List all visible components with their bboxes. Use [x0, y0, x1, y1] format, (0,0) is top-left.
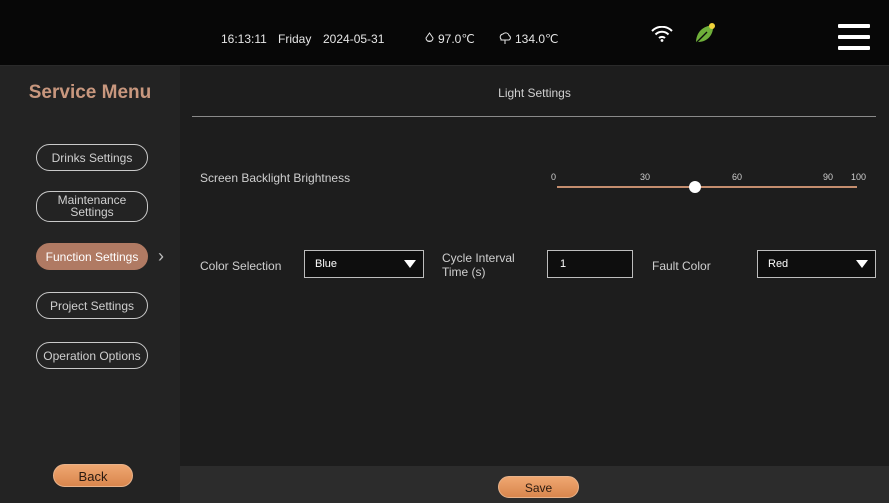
sidebar-item-drinks-settings[interactable]: Drinks Settings: [36, 144, 148, 171]
water-drop-icon: [425, 32, 434, 42]
cycle-interval-input[interactable]: 1: [547, 250, 633, 278]
slider-tick: 0: [551, 172, 557, 182]
slider-track[interactable]: [557, 186, 857, 188]
sidebar: Service Menu Drinks Settings Maintenance…: [0, 66, 180, 503]
slider-tick: 60: [732, 172, 743, 182]
dropdown-arrow-icon: [856, 260, 868, 268]
eco-leaf-icon: [695, 23, 715, 44]
chevron-right-icon: ›: [158, 246, 164, 266]
steam-cloud-icon: [499, 32, 511, 44]
slider-tick: 100: [851, 172, 867, 182]
clock-time: 16:13:11: [221, 32, 267, 46]
fault-color-dropdown[interactable]: Red: [757, 250, 876, 278]
cycle-interval-label: Cycle Interval Time (s): [442, 251, 515, 279]
steam-temperature: 134.0℃: [498, 32, 559, 46]
back-button[interactable]: Back: [53, 464, 133, 487]
slider-tick: 30: [640, 172, 651, 182]
color-selection-dropdown[interactable]: Blue: [304, 250, 424, 278]
save-button[interactable]: Save: [498, 476, 579, 498]
sidebar-item-function-settings[interactable]: Function Settings: [36, 243, 148, 270]
page-title: Light Settings: [498, 86, 571, 100]
backlight-label: Screen Backlight Brightness: [200, 171, 351, 185]
clock-date: 2024-05-31: [323, 32, 385, 46]
water-temperature-value: 97.0℃: [438, 32, 475, 46]
sidebar-item-operation-options[interactable]: Operation Options: [36, 342, 148, 369]
dropdown-arrow-icon: [404, 260, 416, 268]
slider-thumb[interactable]: [689, 181, 701, 193]
sidebar-title: Service Menu: [28, 82, 152, 103]
steam-temperature-value: 134.0℃: [515, 32, 559, 46]
clock-day: Friday: [278, 32, 312, 46]
color-selection-label: Color Selection: [200, 259, 282, 273]
wifi-icon: [651, 26, 673, 42]
menu-icon[interactable]: [838, 24, 870, 50]
main-panel: Light Settings Screen Backlight Brightne…: [180, 66, 889, 503]
sidebar-item-project-settings[interactable]: Project Settings: [36, 292, 148, 319]
fault-color-label: Fault Color: [652, 259, 711, 273]
slider-tick: 90: [823, 172, 834, 182]
backlight-slider[interactable]: 0 30 60 90 100: [551, 172, 866, 196]
bottom-bar: Save: [180, 466, 889, 503]
status-bar: 16:13:11 Friday 2024-05-31 97.0℃ 134.0℃: [0, 0, 889, 66]
divider: [192, 116, 876, 117]
fault-color-value: Red: [768, 258, 789, 270]
water-temperature: 97.0℃: [424, 32, 475, 46]
sidebar-item-maintenance-settings[interactable]: Maintenance Settings: [36, 191, 148, 222]
color-selection-value: Blue: [315, 258, 338, 270]
